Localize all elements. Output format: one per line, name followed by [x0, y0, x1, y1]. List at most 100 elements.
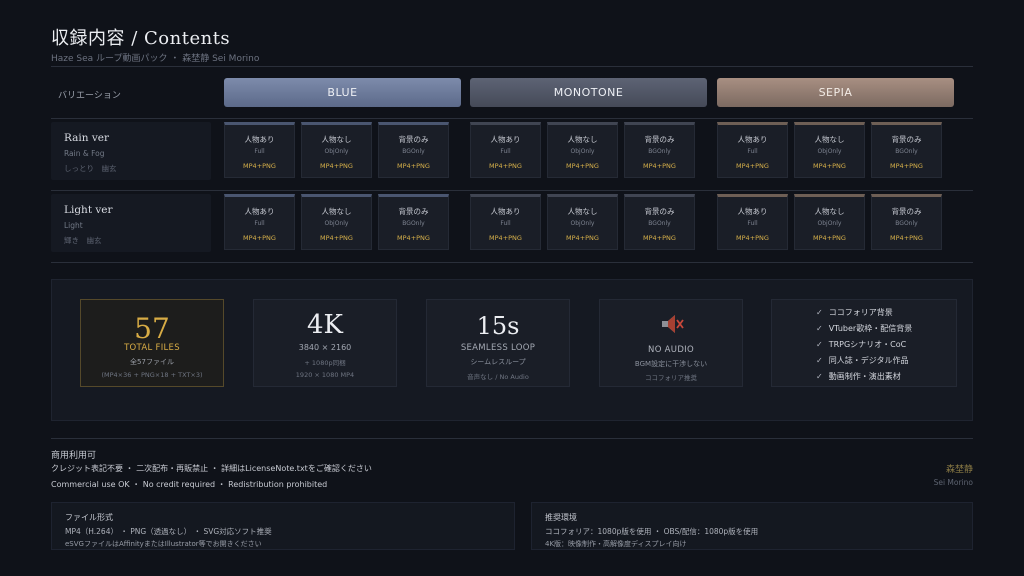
resolution-note: + 1080p同梱	[304, 359, 346, 367]
variant-sub: Full	[254, 220, 265, 227]
files-label: TOTAL FILES	[124, 343, 180, 353]
variant-sub: ObjOnly	[570, 220, 595, 227]
variant-cell[interactable]: 人物なし ObjOnly MP4+PNG	[794, 194, 865, 250]
variant-title: 人物なし	[321, 207, 352, 216]
brand-jp: 森埜静	[945, 465, 973, 475]
row-jp: 輝き 幽玄	[64, 236, 102, 245]
variant-sub: Full	[747, 220, 758, 227]
variant-title: 人物あり	[490, 135, 521, 144]
audio-sub: BGM設定に干渉しない	[634, 360, 708, 368]
resolution-value: 4K	[307, 310, 343, 340]
variant-format: MP4+PNG	[890, 234, 923, 242]
variant-cell[interactable]: 人物なし ObjOnly MP4+PNG	[547, 122, 618, 178]
variant-cell[interactable]: 人物あり Full MP4+PNG	[717, 122, 788, 178]
use-case-item: ✓ ココフォリア背景	[816, 308, 893, 317]
loop-sub: シームレスループ	[470, 358, 526, 366]
variant-title: 背景のみ	[644, 207, 675, 216]
license-line-en: Commercial use OK ・ No credit required ・…	[51, 480, 328, 489]
variant-cell[interactable]: 人物なし ObjOnly MP4+PNG	[794, 122, 865, 178]
variation-monotone-button[interactable]: MONOTONE	[470, 78, 707, 107]
files-note: (MP4×36 + PNG×18 + TXT×3)	[101, 371, 203, 379]
row-header-light: Light ver Light 輝き 幽玄	[51, 194, 211, 252]
variant-cell[interactable]: 背景のみ BGOnly MP4+PNG	[624, 194, 695, 250]
variant-format: MP4+PNG	[243, 234, 276, 242]
variant-sub: BGOnly	[402, 148, 425, 155]
resolution-note-2: 1920 × 1080 MP4	[295, 371, 355, 379]
variant-cell[interactable]: 人物あり Full MP4+PNG	[717, 194, 788, 250]
variation-sepia-button[interactable]: SEPIA	[717, 78, 954, 107]
use-case-item: ✓ TRPGシナリオ・CoC	[816, 340, 907, 349]
row-header-rain: Rain ver Rain & Fog しっとり 幽玄	[51, 122, 211, 180]
variant-cell[interactable]: 背景のみ BGOnly MP4+PNG	[871, 194, 942, 250]
variation-blue-button[interactable]: BLUE	[224, 78, 461, 107]
file-format-title: ファイル形式	[65, 513, 113, 522]
variant-title: 人物あり	[244, 135, 275, 144]
divider	[51, 118, 973, 119]
check-icon: ✓	[816, 356, 823, 365]
variant-cell[interactable]: 人物あり Full MP4+PNG	[470, 194, 541, 250]
variant-cell[interactable]: 背景のみ BGOnly MP4+PNG	[378, 122, 449, 178]
variant-sub: ObjOnly	[817, 220, 842, 227]
file-format-note: eSVGファイルはAffinityまたはIllustrator等でお開きください	[65, 540, 262, 548]
environment-note: 4K版：映像制作・高解像度ディスプレイ向け	[545, 540, 687, 548]
variant-title: 人物あり	[737, 207, 768, 216]
variant-cell[interactable]: 人物なし ObjOnly MP4+PNG	[301, 194, 372, 250]
files-sub: 全57ファイル	[130, 358, 174, 366]
variant-format: MP4+PNG	[320, 234, 353, 242]
variant-sub: BGOnly	[648, 148, 671, 155]
check-icon: ✓	[816, 372, 823, 381]
variant-sub: ObjOnly	[324, 220, 349, 227]
variant-format: MP4+PNG	[813, 162, 846, 170]
variant-format: MP4+PNG	[566, 162, 599, 170]
audio-label: NO AUDIO	[648, 345, 694, 355]
check-icon: ✓	[816, 340, 823, 349]
variant-cell[interactable]: 人物なし ObjOnly MP4+PNG	[301, 122, 372, 178]
stat-card-loop: 15s SEAMLESS LOOP シームレスループ 音声なし / No Aud…	[426, 299, 570, 387]
check-icon: ✓	[816, 308, 823, 317]
variant-cell[interactable]: 人物あり Full MP4+PNG	[470, 122, 541, 178]
variant-sub: ObjOnly	[817, 148, 842, 155]
row-name: Rain ver	[64, 132, 110, 144]
variant-cell[interactable]: 背景のみ BGOnly MP4+PNG	[871, 122, 942, 178]
variant-title: 人物あり	[490, 207, 521, 216]
variant-format: MP4+PNG	[397, 162, 430, 170]
variant-title: 人物なし	[567, 135, 598, 144]
variant-title: 背景のみ	[891, 135, 922, 144]
variant-title: 人物なし	[814, 135, 845, 144]
brand-en: Sei Morino	[933, 478, 973, 487]
variant-sub: ObjOnly	[324, 148, 349, 155]
stat-card-files: 57 TOTAL FILES 全57ファイル (MP4×36 + PNG×18 …	[80, 299, 224, 387]
variant-sub: BGOnly	[648, 220, 671, 227]
variant-format: MP4+PNG	[243, 162, 276, 170]
variant-cell[interactable]: 人物あり Full MP4+PNG	[224, 122, 295, 178]
variant-cell[interactable]: 人物なし ObjOnly MP4+PNG	[547, 194, 618, 250]
variant-sub: Full	[254, 148, 265, 155]
variant-format: MP4+PNG	[320, 162, 353, 170]
divider	[51, 262, 973, 263]
file-format-line: MP4（H.264） ・ PNG（透過なし） ・ SVG対応ソフト推奨	[65, 527, 272, 536]
use-case-item: ✓ VTuber歌枠・配信背景	[816, 324, 913, 333]
check-icon: ✓	[816, 324, 823, 333]
variant-format: MP4+PNG	[643, 234, 676, 242]
variant-title: 人物なし	[814, 207, 845, 216]
variant-title: 背景のみ	[644, 135, 675, 144]
variant-format: MP4+PNG	[890, 162, 923, 170]
license-line-jp: クレジット表記不要 ・ 二次配布・再販禁止 ・ 詳細はLicenseNote.t…	[51, 464, 372, 473]
row-name: Light ver	[64, 204, 113, 216]
variant-sub: ObjOnly	[570, 148, 595, 155]
variant-cell[interactable]: 背景のみ BGOnly MP4+PNG	[378, 194, 449, 250]
environment-box: 推奨環境 ココフォリア：1080p版を使用 ・ OBS/配信：1080p版を使用…	[531, 502, 973, 550]
variant-title: 人物なし	[321, 135, 352, 144]
variant-title: 背景のみ	[398, 135, 429, 144]
variant-title: 人物なし	[567, 207, 598, 216]
variant-format: MP4+PNG	[566, 234, 599, 242]
variant-cell[interactable]: 人物あり Full MP4+PNG	[224, 194, 295, 250]
page-subtitle: Haze Sea ループ動画パック ・ 森埜静 Sei Morino	[51, 54, 260, 64]
variant-cell[interactable]: 背景のみ BGOnly MP4+PNG	[624, 122, 695, 178]
row-en: Rain & Fog	[64, 149, 105, 158]
variant-format: MP4+PNG	[813, 234, 846, 242]
files-count: 57	[134, 312, 170, 345]
use-case-item: ✓ 同人誌・デジタル作品	[816, 356, 909, 365]
row-en: Light	[64, 221, 83, 230]
variant-title: 人物あり	[737, 135, 768, 144]
